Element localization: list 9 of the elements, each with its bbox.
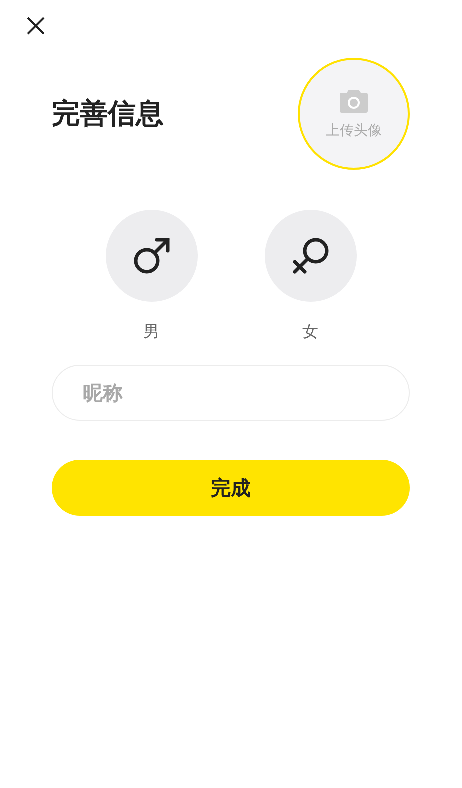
submit-button[interactable]: 完成 [52, 460, 410, 516]
page-title: 完善信息 [52, 96, 164, 132]
gender-label: 女 [302, 322, 318, 343]
nickname-input-field[interactable]: 昵称 [52, 365, 410, 421]
male-symbol-icon [132, 236, 172, 276]
camera-icon [339, 88, 369, 114]
female-symbol-icon [290, 236, 330, 276]
close-icon[interactable] [26, 16, 46, 36]
gender-label: 男 [144, 322, 160, 343]
